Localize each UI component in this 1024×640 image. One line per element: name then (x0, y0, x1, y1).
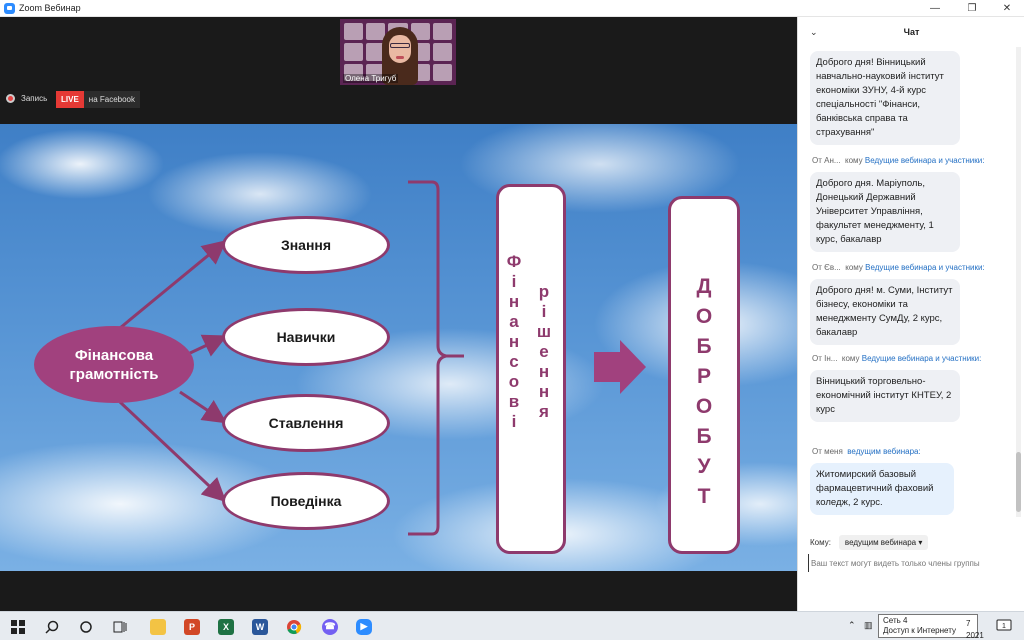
participant-name: Олена Тригуб (343, 74, 399, 83)
svg-text:1: 1 (1002, 623, 1006, 630)
chat-input[interactable] (808, 554, 1018, 572)
windows-start-icon[interactable] (0, 612, 36, 640)
task-view-icon[interactable] (102, 612, 138, 640)
restore-button[interactable]: ❐ (955, 0, 989, 17)
live-label: LIVE (56, 91, 84, 108)
recipient-label: Кому: (810, 538, 831, 547)
zoom-app-icon (4, 2, 15, 14)
branch-attitude: Ставлення (222, 394, 390, 452)
excel-icon[interactable]: X (208, 612, 244, 640)
minimize-button[interactable]: — (918, 0, 952, 17)
shared-slide: Знання Навички Ставлення Поведінка Фінан… (0, 124, 797, 571)
chevron-down-icon: ▾ (918, 538, 923, 547)
participant-video[interactable]: Олена Тригуб (340, 19, 456, 85)
clock-fragment-date: 2021 (966, 631, 984, 640)
chat-scrollbar[interactable] (1016, 47, 1021, 517)
powerpoint-icon[interactable]: P (174, 612, 210, 640)
record-dot-icon (6, 93, 15, 103)
core-concept: Фінансова грамотність (34, 326, 194, 403)
recipient-select[interactable]: ведущим вебинара ▾ (838, 535, 929, 550)
chat-message: Вінницький торговельно-економічний інсти… (810, 370, 960, 422)
chat-message-meta: От меня ведущим вебинара: (812, 447, 921, 456)
decisions-word: рішення (536, 282, 552, 421)
branch-knowledge: Знання (222, 216, 390, 274)
live-target: на Facebook (88, 95, 136, 104)
window-title: Zoom Вебинар (19, 3, 81, 13)
branch-skills: Навички (222, 308, 390, 366)
cortana-icon[interactable] (68, 612, 104, 640)
chat-message: Доброго дня! м. Суми, Інститут бізнесу, … (810, 279, 960, 345)
branch-behavior: Поведінка (222, 472, 390, 530)
file-explorer-icon[interactable] (140, 612, 176, 640)
chat-message-meta: От Єв... кому Ведущие вебинара и участни… (812, 263, 985, 272)
chat-message-meta: От Ан... кому Ведущие вебинара и участни… (812, 156, 985, 165)
network-icon[interactable]: ▥ (864, 611, 873, 640)
chat-header: ⌄ Чат (798, 17, 1024, 47)
chat-message: Доброго дня! Вінницький навчально-науков… (810, 51, 960, 145)
financial-word: Фінансові (506, 252, 522, 431)
recording-indicator[interactable]: Запись (6, 89, 47, 107)
chat-title: Чат (903, 27, 920, 37)
wellbeing-word: ДОБРОБУТ (695, 275, 713, 508)
chat-message: Доброго дня. Маріуполь, Донецький Держав… (810, 172, 960, 252)
record-label: Запись (21, 93, 48, 103)
chrome-icon[interactable] (276, 612, 312, 640)
word-icon[interactable]: W (242, 612, 278, 640)
close-button[interactable]: ✕ (990, 0, 1024, 17)
live-stream-badge[interactable]: LIVE на Facebook (56, 91, 141, 108)
notifications-icon[interactable]: 1 (994, 611, 1014, 640)
tray-up-icon[interactable]: ⌃ (848, 611, 856, 640)
zoom-taskbar-icon[interactable]: ▶ (346, 612, 382, 640)
chat-message-own: Житомирский базовый фармацевтичний фахов… (810, 463, 954, 515)
chat-message-meta: От Ін... кому Ведущие вебинара и участни… (812, 354, 982, 363)
chat-panel: ⌄ Чат Доброго дня! Вінницький навчально-… (797, 17, 1024, 611)
video-stage: Олена Тригуб Запись LIVE на Facebook Зна… (0, 17, 797, 611)
network-tooltip: Сеть 4 Доступ к Интернету (878, 614, 978, 638)
recipient-row: Кому: ведущим вебинара ▾ (810, 535, 929, 550)
viber-icon[interactable]: ☎ (312, 612, 348, 640)
search-icon[interactable] (34, 612, 70, 640)
window-titlebar: Zoom Вебинар — ❐ ✕ (0, 0, 1024, 17)
